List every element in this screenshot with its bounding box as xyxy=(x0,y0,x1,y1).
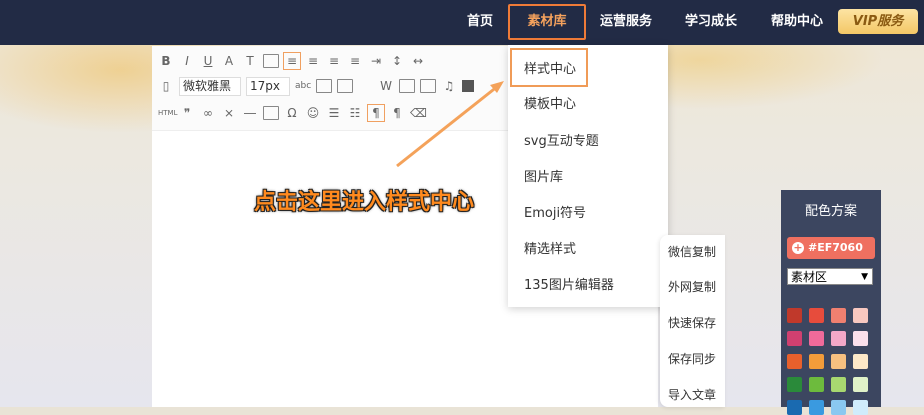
color-swatch[interactable] xyxy=(809,400,824,415)
import-article-button[interactable]: 导入文章 xyxy=(668,386,716,403)
side-action-panel: 微信复制 外网复制 快速保存 保存同步 导入文章 xyxy=(660,235,725,407)
color-swatch[interactable] xyxy=(831,377,846,392)
color-swatch[interactable] xyxy=(809,354,824,369)
color-swatch[interactable] xyxy=(809,377,824,392)
color-swatch[interactable] xyxy=(831,331,846,346)
color-scheme-panel: 配色方案 + #EF7060 素材区 ▼ xyxy=(781,190,881,415)
color-swatch[interactable] xyxy=(853,331,868,346)
annotation-text: 点击这里进入样式中心 xyxy=(254,190,475,215)
color-swatch[interactable] xyxy=(787,308,802,323)
color-swatch[interactable] xyxy=(831,308,846,323)
save-sync-button[interactable]: 保存同步 xyxy=(668,350,716,367)
current-color-button[interactable]: + #EF7060 xyxy=(787,237,875,259)
color-swatch[interactable] xyxy=(809,308,824,323)
color-swatch[interactable] xyxy=(787,400,802,415)
scheme-area-select[interactable]: 素材区 ▼ xyxy=(787,268,873,285)
color-swatch[interactable] xyxy=(853,354,868,369)
color-scheme-title: 配色方案 xyxy=(804,204,857,219)
dropdown-arrow-icon: ▼ xyxy=(861,272,868,282)
color-swatch[interactable] xyxy=(853,400,868,415)
color-swatch[interactable] xyxy=(809,331,824,346)
color-swatch[interactable] xyxy=(831,400,846,415)
current-color-value: #EF7060 xyxy=(808,241,863,254)
external-copy-button[interactable]: 外网复制 xyxy=(668,278,716,295)
wechat-copy-button[interactable]: 微信复制 xyxy=(668,243,716,260)
plus-icon: + xyxy=(792,241,804,254)
color-swatch[interactable] xyxy=(787,354,802,369)
color-swatch[interactable] xyxy=(853,308,868,323)
scheme-area-value: 素材区 xyxy=(791,270,828,284)
color-swatch[interactable] xyxy=(853,377,868,392)
color-swatch[interactable] xyxy=(787,377,802,392)
color-swatch[interactable] xyxy=(831,354,846,369)
quick-save-button[interactable]: 快速保存 xyxy=(668,314,716,331)
color-swatch[interactable] xyxy=(787,331,802,346)
